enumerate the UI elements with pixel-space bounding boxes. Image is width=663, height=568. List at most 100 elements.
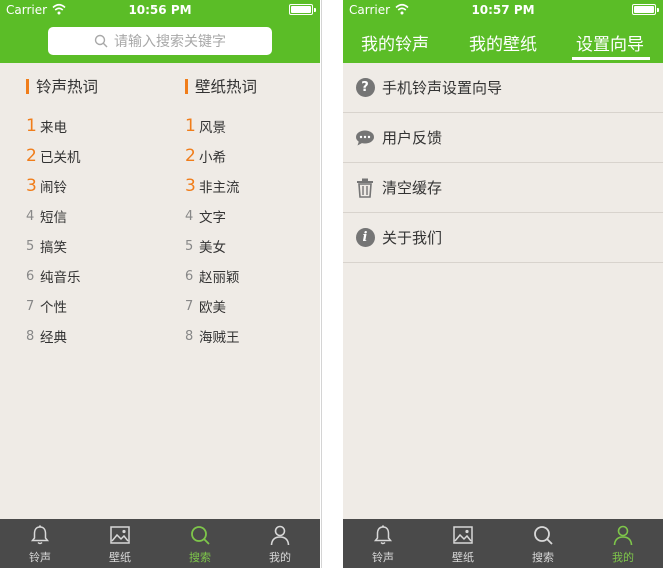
trash-icon <box>355 178 375 198</box>
person-icon <box>613 525 633 546</box>
menu-item-clear-cache[interactable]: 清空缓存 <box>343 163 663 213</box>
keyword-rank: 6 <box>185 268 194 284</box>
ringtone-hot-keywords: 铃声热词 1 来电 2 已关机 3 闹铃 4 短信 5 搞笑 6 纯音乐 7 个性 8 经典 <box>26 76 156 351</box>
menu-item-feedback[interactable]: 用户反馈 <box>343 113 663 163</box>
tabbar-item-label: 搜索 <box>189 551 211 564</box>
question-icon: ? <box>355 78 375 98</box>
tabbar-item-search[interactable]: 搜索 <box>503 519 583 568</box>
search-icon <box>191 526 210 545</box>
tabbar-item-label: 铃声 <box>29 551 51 564</box>
ringtone-keywords-title: 铃声热词 <box>36 78 99 96</box>
header-bar: Carrier 10:56 PM 请输入搜索关键字 <box>0 0 320 63</box>
keyword-item[interactable]: 8 经典 <box>26 321 156 351</box>
chat-bubble-icon <box>355 128 375 148</box>
keyword-rank: 1 <box>185 116 196 136</box>
menu-item-label: 清空缓存 <box>382 179 443 197</box>
keyword-label: 风景 <box>199 120 226 136</box>
keyword-rank: 4 <box>26 208 35 224</box>
keyword-label: 经典 <box>40 330 67 346</box>
keyword-rank: 7 <box>185 298 194 314</box>
heading-accent-bar <box>185 78 188 94</box>
wallpaper-hot-keywords: 壁纸热词 1 风景 2 小希 3 非主流 4 文字 5 美女 6 赵丽颖 7 欧美 8 海贼王 <box>185 76 315 351</box>
keyword-item[interactable]: 4 短信 <box>26 201 156 231</box>
menu-item-ringtone-guide[interactable]: ? 手机铃声设置向导 <box>343 63 663 113</box>
tabbar-item-label: 我的 <box>269 551 291 564</box>
tabbar-item-label: 壁纸 <box>109 551 131 564</box>
image-icon <box>110 526 130 544</box>
keyword-rank: 5 <box>185 238 194 254</box>
tabbar-item-label: 壁纸 <box>452 551 474 564</box>
tabbar-item-search[interactable]: 搜索 <box>160 519 240 568</box>
keyword-item[interactable]: 7 欧美 <box>185 291 315 321</box>
tabbar-item-bell[interactable]: 铃声 <box>343 519 423 568</box>
person-icon <box>270 525 290 546</box>
keyword-rank: 8 <box>26 328 35 344</box>
tabbar-item-bell[interactable]: 铃声 <box>0 519 80 568</box>
bell-icon <box>373 525 393 545</box>
active-tab-indicator <box>572 57 650 60</box>
keyword-label: 欧美 <box>199 300 226 316</box>
settings-menu: ? 手机铃声设置向导 用户反馈 清空缓存 i 关于我们 <box>343 63 663 263</box>
ringtone-keyword-list: 1 来电 2 已关机 3 闹铃 4 短信 5 搞笑 6 纯音乐 7 个性 8 经典 <box>26 111 156 351</box>
battery-icon <box>289 4 316 15</box>
keyword-rank: 5 <box>26 238 35 254</box>
keyword-item[interactable]: 7 个性 <box>26 291 156 321</box>
heading-accent-bar <box>26 78 29 94</box>
keyword-item[interactable]: 5 搞笑 <box>26 231 156 261</box>
keyword-label: 短信 <box>40 210 67 226</box>
menu-item-about-us[interactable]: i 关于我们 <box>343 213 663 263</box>
keyword-label: 个性 <box>40 300 67 316</box>
keyword-rank: 8 <box>185 328 194 344</box>
tab-my-ringtones[interactable]: 我的铃声 <box>361 30 429 55</box>
wallpaper-keywords-title: 壁纸热词 <box>195 78 258 96</box>
keyword-item[interactable]: 3 闹铃 <box>26 171 156 201</box>
keyword-label: 非主流 <box>199 180 240 196</box>
keyword-rank: 7 <box>26 298 35 314</box>
battery-icon <box>632 4 659 15</box>
search-icon <box>534 526 553 545</box>
settings-screen: Carrier 10:57 PM 我的铃声 我的壁纸 设置向导 ? 手机铃声设置… <box>343 0 663 568</box>
status-bar: Carrier 10:56 PM <box>0 0 320 20</box>
keyword-rank: 2 <box>185 146 196 166</box>
keyword-item[interactable]: 2 已关机 <box>26 141 156 171</box>
search-icon <box>94 34 108 48</box>
keyword-rank: 6 <box>26 268 35 284</box>
menu-item-label: 关于我们 <box>382 229 443 247</box>
keyword-item[interactable]: 1 来电 <box>26 111 156 141</box>
keyword-item[interactable]: 2 小希 <box>185 141 315 171</box>
keyword-item[interactable]: 6 纯音乐 <box>26 261 156 291</box>
menu-item-label: 手机铃声设置向导 <box>382 79 503 97</box>
keyword-rank: 1 <box>26 116 37 136</box>
keyword-item[interactable]: 1 风景 <box>185 111 315 141</box>
tab-my-wallpapers[interactable]: 我的壁纸 <box>469 30 537 55</box>
keyword-label: 纯音乐 <box>40 270 81 286</box>
tabbar-item-person[interactable]: 我的 <box>583 519 663 568</box>
wallpaper-keywords-heading: 壁纸热词 <box>185 76 315 96</box>
tabbar-item-label: 铃声 <box>372 551 394 564</box>
keyword-item[interactable]: 6 赵丽颖 <box>185 261 315 291</box>
tabbar-item-image[interactable]: 壁纸 <box>423 519 503 568</box>
keyword-label: 搞笑 <box>40 240 67 256</box>
menu-item-label: 用户反馈 <box>382 129 443 147</box>
tabbar-item-image[interactable]: 壁纸 <box>80 519 160 568</box>
keyword-rank: 2 <box>26 146 37 166</box>
screenshot-separator <box>320 0 343 568</box>
keyword-label: 海贼王 <box>199 330 240 346</box>
tab-settings-guide[interactable]: 设置向导 <box>576 30 644 55</box>
keyword-item[interactable]: 5 美女 <box>185 231 315 261</box>
keyword-item[interactable]: 8 海贼王 <box>185 321 315 351</box>
bottom-tab-bar: 铃声 壁纸 搜索 我的 <box>0 519 320 568</box>
keyword-label: 小希 <box>199 150 226 166</box>
keyword-item[interactable]: 4 文字 <box>185 201 315 231</box>
status-time: 10:57 PM <box>471 3 535 17</box>
keyword-rank: 3 <box>185 176 196 196</box>
keyword-label: 来电 <box>40 120 67 136</box>
search-placeholder: 请输入搜索关键字 <box>114 34 226 50</box>
tabbar-item-person[interactable]: 我的 <box>240 519 320 568</box>
search-input[interactable]: 请输入搜索关键字 <box>48 27 272 55</box>
image-icon <box>453 526 473 544</box>
status-time: 10:56 PM <box>128 3 192 17</box>
keyword-item[interactable]: 3 非主流 <box>185 171 315 201</box>
status-bar: Carrier 10:57 PM <box>343 0 663 20</box>
keyword-label: 美女 <box>199 240 226 256</box>
